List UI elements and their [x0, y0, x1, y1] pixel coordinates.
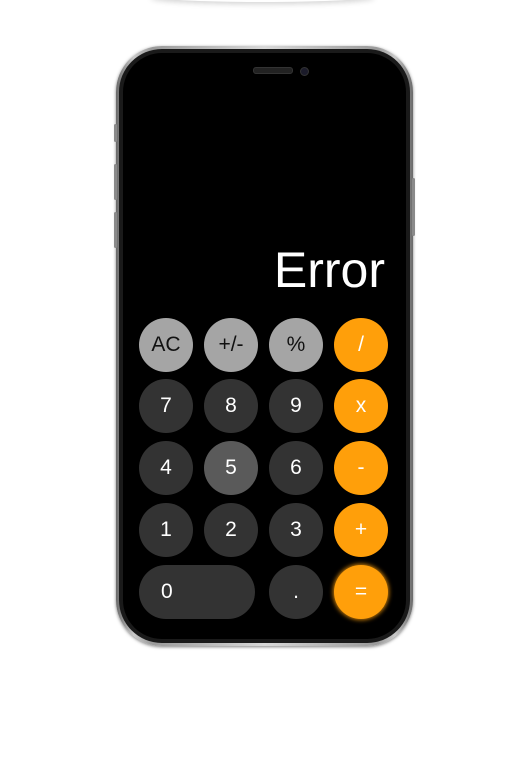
multiply-button[interactable]: x	[334, 379, 388, 433]
silent-switch	[114, 124, 117, 142]
keypad: AC +/- % / 7 8 9 x 4 5 6 - 1 2 3 + 0 . =	[139, 318, 397, 619]
phone-frame: Error AC +/- % / 7 8 9 x 4 5 6 - 1 2 3 +…	[114, 46, 415, 646]
equals-button[interactable]: =	[334, 565, 388, 619]
toggle-sign-button[interactable]: +/-	[204, 318, 258, 372]
volume-down-button	[114, 212, 117, 248]
power-button	[412, 178, 415, 236]
digit-4-button[interactable]: 4	[139, 441, 193, 495]
volume-up-button	[114, 164, 117, 200]
clear-button[interactable]: AC	[139, 318, 193, 372]
result-display: Error	[273, 242, 385, 298]
digit-5-button[interactable]: 5	[204, 441, 258, 495]
percent-button[interactable]: %	[269, 318, 323, 372]
add-button[interactable]: +	[334, 503, 388, 557]
digit-0-button[interactable]: 0	[139, 565, 255, 619]
speaker-grille	[253, 67, 293, 74]
digit-7-button[interactable]: 7	[139, 379, 193, 433]
digit-1-button[interactable]: 1	[139, 503, 193, 557]
digit-3-button[interactable]: 3	[269, 503, 323, 557]
page-top-edge	[150, 0, 375, 2]
digit-8-button[interactable]: 8	[204, 379, 258, 433]
divide-button[interactable]: /	[334, 318, 388, 372]
digit-6-button[interactable]: 6	[269, 441, 323, 495]
digit-9-button[interactable]: 9	[269, 379, 323, 433]
digit-2-button[interactable]: 2	[204, 503, 258, 557]
subtract-button[interactable]: -	[334, 441, 388, 495]
decimal-button[interactable]: .	[269, 565, 323, 619]
calculator-screen: Error AC +/- % / 7 8 9 x 4 5 6 - 1 2 3 +…	[123, 53, 406, 639]
front-camera-icon	[300, 67, 309, 76]
